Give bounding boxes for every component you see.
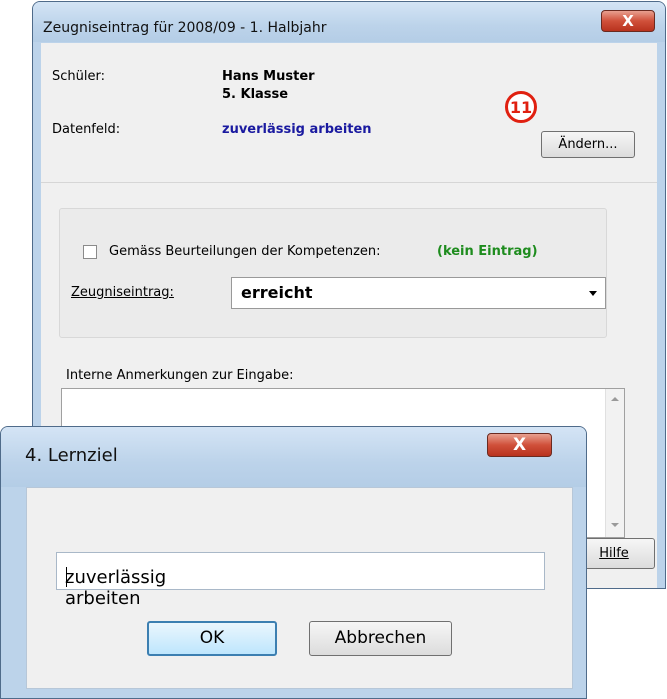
window-title: Zeugniseintrag für 2008/09 - 1. Halbjahr — [43, 20, 327, 36]
change-button[interactable]: Ändern... — [541, 131, 635, 158]
step-number: 11 — [509, 98, 533, 117]
close-icon: X — [512, 435, 527, 455]
text-caret — [66, 567, 67, 587]
scroll-down-icon[interactable] — [611, 523, 619, 527]
lernziel-dialog: 4. Lernziel X zuverlässig arbeiten OK Ab… — [0, 426, 587, 699]
window-close-button[interactable]: X — [601, 10, 655, 32]
competence-status: (kein Eintrag) — [437, 244, 538, 259]
competence-groupbox: Gemäss Beurteilungen der Kompetenzen: (k… — [59, 208, 607, 338]
step-number-badge: 11 — [505, 91, 537, 123]
competence-checkbox[interactable] — [83, 245, 97, 259]
student-class: 5. Klasse — [222, 87, 289, 102]
dialog-titlebar[interactable]: 4. Lernziel X — [1, 427, 586, 487]
datafield-value: zuverlässig arbeiten — [222, 122, 372, 137]
competence-checkbox-label[interactable]: Gemäss Beurteilungen der Kompetenzen: — [109, 244, 381, 259]
entry-select[interactable]: erreicht — [231, 277, 606, 309]
dialog-client: zuverlässig arbeiten OK Abbrechen — [26, 487, 573, 689]
student-name: Hans Muster — [222, 69, 315, 84]
scroll-up-icon[interactable] — [611, 397, 619, 401]
ok-button[interactable]: OK — [147, 621, 277, 656]
student-label: Schüler: — [52, 69, 105, 84]
dialog-title: 4. Lernziel — [25, 445, 118, 466]
cancel-button[interactable]: Abbrechen — [309, 621, 452, 656]
entry-select-value: erreicht — [241, 283, 313, 302]
datafield-label: Datenfeld: — [52, 122, 121, 137]
notes-scrollbar[interactable] — [605, 389, 624, 537]
chevron-down-icon[interactable] — [589, 291, 597, 296]
lernziel-input[interactable]: zuverlässig arbeiten — [56, 552, 545, 609]
notes-label: Interne Anmerkungen zur Eingabe: — [66, 368, 294, 383]
entry-label: Zeugniseintrag: — [71, 285, 174, 300]
window-titlebar[interactable]: Zeugniseintrag für 2008/09 - 1. Halbjahr… — [33, 2, 665, 42]
student-info-panel: Schüler: Hans Muster 5. Klasse Datenfeld… — [41, 43, 657, 183]
dialog-close-button[interactable]: X — [487, 433, 552, 457]
close-icon: X — [622, 12, 634, 30]
